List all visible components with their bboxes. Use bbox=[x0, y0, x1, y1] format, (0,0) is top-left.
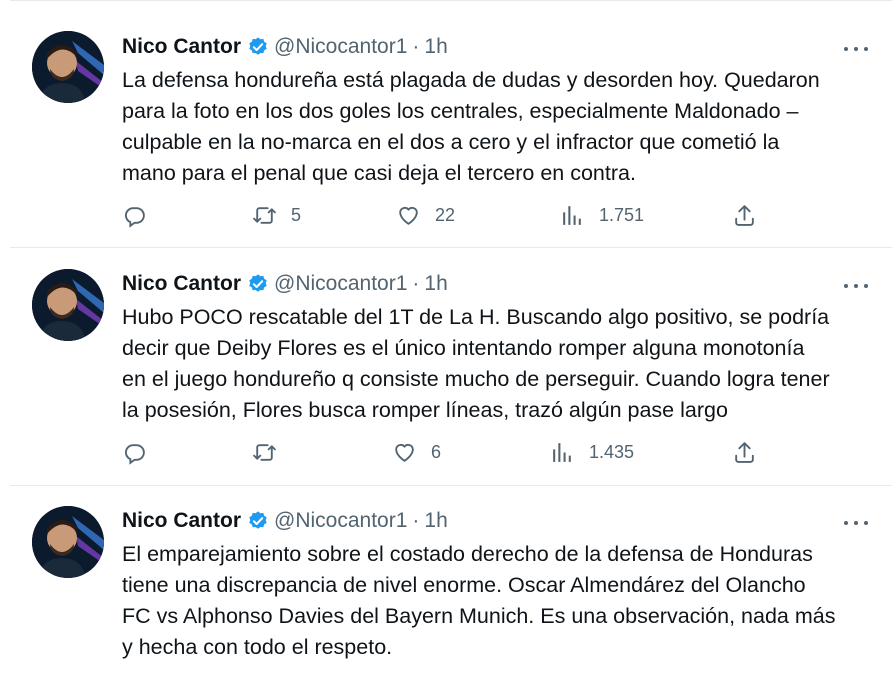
like-button[interactable]: 6 bbox=[392, 437, 441, 467]
tweet-header: Nico Cantor @Nicocantor1 · 1h bbox=[122, 32, 448, 62]
avatar-photo bbox=[32, 31, 104, 103]
more-options-icon[interactable] bbox=[844, 276, 868, 296]
views-icon bbox=[553, 442, 571, 462]
tweet[interactable]: Nico Cantor @Nicocantor1 · 1h La defensa… bbox=[10, 1, 892, 248]
heart-icon bbox=[399, 206, 418, 225]
share-icon bbox=[735, 441, 754, 463]
share-icon bbox=[735, 204, 754, 226]
timestamp[interactable]: 1h bbox=[424, 509, 447, 533]
tweet-actions: 6 1.435 bbox=[122, 437, 762, 467]
separator: · bbox=[412, 272, 420, 295]
heart-icon bbox=[395, 443, 414, 462]
reply-button[interactable] bbox=[122, 200, 147, 230]
verified-badge-icon bbox=[249, 511, 267, 529]
like-count: 6 bbox=[431, 441, 442, 462]
views-count: 1.435 bbox=[589, 441, 635, 462]
tweet-text: Hubo POCO rescatable del 1T de La H. Bus… bbox=[122, 305, 830, 422]
avatar[interactable] bbox=[32, 269, 104, 341]
reply-button[interactable] bbox=[122, 437, 147, 467]
views-button[interactable]: 1.751 bbox=[560, 200, 644, 230]
tweet-text: La defensa hondureña está plagada de dud… bbox=[122, 68, 820, 185]
tweet-header: Nico Cantor @Nicocantor1 · 1h bbox=[122, 269, 448, 299]
views-button[interactable]: 1.435 bbox=[550, 437, 634, 467]
avatar[interactable] bbox=[32, 506, 104, 578]
verified-badge-icon bbox=[249, 37, 267, 55]
like-count: 22 bbox=[435, 204, 456, 225]
avatar-photo bbox=[32, 506, 104, 578]
separator: · bbox=[412, 35, 420, 58]
tweet[interactable]: Nico Cantor @Nicocantor1 · 1h El emparej… bbox=[10, 486, 892, 675]
author-name[interactable]: Nico Cantor bbox=[122, 509, 241, 533]
retweet-count: 5 bbox=[291, 204, 302, 225]
retweet-icon bbox=[253, 206, 276, 224]
tweet-header: Nico Cantor @Nicocantor1 · 1h bbox=[122, 506, 448, 536]
tweet-text: El emparejamiento sobre el costado derec… bbox=[122, 542, 836, 659]
avatar-photo bbox=[32, 269, 104, 341]
reply-icon bbox=[124, 206, 145, 228]
timestamp[interactable]: 1h bbox=[424, 272, 447, 296]
verified-badge-icon bbox=[249, 274, 267, 292]
tweet-actions: 5 22 1.751 bbox=[122, 200, 762, 230]
author-name[interactable]: Nico Cantor bbox=[122, 35, 241, 59]
author-handle[interactable]: @Nicocantor1 bbox=[274, 509, 407, 533]
author-handle[interactable]: @Nicocantor1 bbox=[274, 272, 407, 296]
share-button[interactable] bbox=[732, 437, 757, 467]
author-handle[interactable]: @Nicocantor1 bbox=[274, 35, 407, 59]
tweet[interactable]: Nico Cantor @Nicocantor1 · 1h Hubo POCO … bbox=[10, 248, 892, 486]
retweet-button[interactable]: 5 bbox=[252, 200, 301, 230]
share-button[interactable] bbox=[732, 200, 757, 230]
avatar[interactable] bbox=[32, 31, 104, 103]
timestamp[interactable]: 1h bbox=[424, 35, 447, 59]
more-options-icon[interactable] bbox=[844, 513, 868, 533]
more-options-icon[interactable] bbox=[844, 39, 868, 59]
author-name[interactable]: Nico Cantor bbox=[122, 272, 241, 296]
retweet-button[interactable] bbox=[252, 437, 277, 467]
retweet-icon bbox=[253, 443, 276, 461]
like-button[interactable]: 22 bbox=[396, 200, 455, 230]
reply-icon bbox=[124, 443, 145, 465]
separator: · bbox=[412, 509, 420, 532]
views-count: 1.751 bbox=[599, 204, 645, 225]
views-icon bbox=[563, 205, 581, 225]
